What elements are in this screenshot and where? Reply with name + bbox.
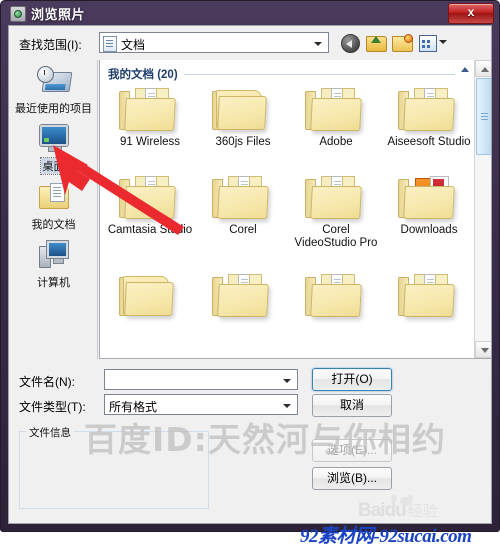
- file-name: Downloads: [400, 224, 458, 236]
- file-item[interactable]: [197, 270, 289, 322]
- folder-with-pdf-icon: [398, 172, 460, 222]
- photo-app-icon: [10, 6, 26, 22]
- place-item-desktop[interactable]: 桌面: [9, 122, 98, 175]
- file-item[interactable]: Adobe: [290, 84, 382, 149]
- recent-items-icon: [36, 66, 72, 96]
- folder-with-files-icon: [119, 84, 181, 134]
- folder-plain-icon: [119, 270, 181, 320]
- file-grid: 91 Wireless 360js Files Adobe Aiseesoft …: [100, 84, 473, 358]
- browse-button[interactable]: 浏览(B)...: [312, 467, 392, 490]
- file-item[interactable]: Corel VideoStudio Pro: [290, 172, 382, 250]
- places-bar: 最近使用的项目 桌面 我的文档 计算机: [9, 60, 98, 359]
- file-name: Corel: [229, 224, 257, 236]
- filename-label: 文件名(N):: [19, 375, 75, 389]
- file-name: Camtasia Studio: [107, 224, 193, 236]
- file-name: Aiseesoft Studio: [387, 136, 471, 148]
- group-title: 我的文档 (20): [108, 69, 178, 81]
- file-info-label: 文件信息: [26, 425, 74, 440]
- lookin-combo[interactable]: 文档: [99, 32, 329, 53]
- open-button[interactable]: 打开(O): [312, 368, 392, 391]
- chevron-down-icon[interactable]: [283, 404, 291, 408]
- scroll-down-button[interactable]: [475, 341, 491, 358]
- folder-with-files-icon: [398, 84, 460, 134]
- chevron-down-icon[interactable]: [283, 379, 291, 383]
- folder-with-files-icon: [212, 172, 274, 222]
- file-name: 360js Files: [215, 136, 271, 148]
- options-button[interactable]: 选项(E)...: [312, 439, 392, 462]
- dialog-client-area: 查找范围(I): 文档 最近使用的项目 桌面 我的文档 计算机 我的文档 (20…: [8, 25, 492, 524]
- file-item[interactable]: Aiseesoft Studio: [383, 84, 475, 149]
- document-icon: [103, 36, 117, 52]
- window-title: 浏览照片: [31, 7, 86, 22]
- dialog-footer: 文件名(N): 文件类型(T): 所有格式 打开(O) 取消 选项(E)... …: [9, 359, 491, 523]
- chevron-up-icon: [481, 67, 489, 72]
- file-name: 91 Wireless: [119, 136, 181, 148]
- file-name: Adobe: [319, 136, 353, 148]
- page-bottom-strip: [0, 532, 500, 545]
- sparkle-icon: [404, 34, 413, 43]
- filetype-select[interactable]: 所有格式: [104, 394, 298, 415]
- new-folder-button[interactable]: [391, 32, 413, 53]
- place-item-computer[interactable]: 计算机: [9, 238, 98, 290]
- title-bar: 浏览照片 x: [1, 1, 499, 25]
- folder-with-files-icon: [305, 84, 367, 134]
- desktop-icon: [39, 125, 69, 152]
- place-item-my-documents[interactable]: 我的文档: [9, 180, 98, 232]
- scroll-up-button[interactable]: [475, 60, 491, 77]
- my-documents-icon: [38, 182, 69, 210]
- views-button[interactable]: [417, 32, 449, 53]
- up-arrow-icon: [371, 36, 381, 43]
- folder-with-files-icon: [398, 270, 460, 320]
- folder-plain-icon: [212, 84, 274, 134]
- close-icon: x: [467, 5, 475, 19]
- scrollbar-thumb[interactable]: [476, 78, 491, 155]
- file-info-group: 文件信息: [19, 425, 209, 509]
- folder-with-files-icon: [119, 172, 181, 222]
- file-item[interactable]: [104, 270, 196, 322]
- lookin-toolbar: 查找范围(I): 文档: [9, 26, 491, 60]
- folder-with-files-icon: [212, 270, 274, 320]
- file-item[interactable]: Camtasia Studio: [104, 172, 196, 237]
- cancel-button[interactable]: 取消: [312, 394, 392, 417]
- chevron-down-icon: [439, 40, 447, 44]
- file-name: Corel VideoStudio Pro: [294, 224, 378, 249]
- file-item[interactable]: [290, 270, 382, 322]
- computer-icon: [38, 240, 69, 268]
- lookin-label: 查找范围(I):: [19, 38, 82, 52]
- folder-with-files-icon: [305, 172, 367, 222]
- group-header: 我的文档 (20): [108, 66, 469, 82]
- place-label: 最近使用的项目: [15, 103, 92, 115]
- place-item-recent[interactable]: 最近使用的项目: [9, 64, 98, 116]
- file-item[interactable]: Downloads: [383, 172, 475, 237]
- back-button[interactable]: [339, 32, 361, 53]
- folder-with-files-icon: [305, 270, 367, 320]
- place-label: 计算机: [37, 277, 70, 289]
- collapse-group-icon[interactable]: [461, 67, 469, 72]
- lookin-value: 文档: [121, 38, 146, 52]
- place-label: 桌面: [39, 157, 68, 175]
- file-item[interactable]: 360js Files: [197, 84, 289, 149]
- file-item[interactable]: Corel: [197, 172, 289, 237]
- file-item[interactable]: [383, 270, 475, 322]
- filename-input[interactable]: [104, 369, 298, 390]
- file-item[interactable]: 91 Wireless: [104, 84, 196, 149]
- back-arrow-icon: [341, 34, 360, 53]
- up-one-level-button[interactable]: [365, 32, 387, 53]
- file-list[interactable]: 我的文档 (20) 91 Wireless 360js Files Adobe …: [99, 60, 491, 359]
- vertical-scrollbar[interactable]: [474, 60, 491, 358]
- filetype-label: 文件类型(T):: [19, 400, 86, 414]
- close-button[interactable]: x: [448, 3, 494, 24]
- filetype-value: 所有格式: [109, 400, 158, 414]
- views-grid-icon: [419, 35, 437, 52]
- place-label: 我的文档: [31, 219, 76, 231]
- browse-photos-dialog: 浏览照片 x 查找范围(I): 文档 最近使用的项目 桌面 我的文档 计算机 我…: [0, 0, 500, 532]
- chevron-down-icon: [314, 42, 322, 46]
- chevron-down-icon: [481, 348, 489, 353]
